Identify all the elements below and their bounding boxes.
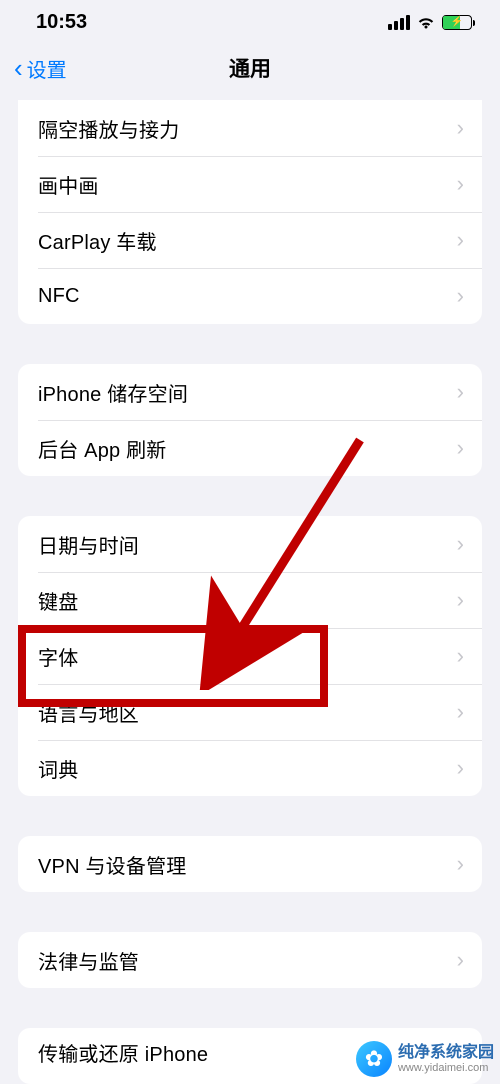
chevron-right-icon: ›	[457, 115, 464, 141]
row-label: 画中画	[38, 170, 99, 199]
row-langregion[interactable]: 语言与地区 ›	[18, 684, 482, 740]
chevron-right-icon: ›	[457, 171, 464, 197]
row-bgapp[interactable]: 后台 App 刷新 ›	[18, 420, 482, 476]
list-group: 隔空播放与接力 › 画中画 › CarPlay 车载 › NFC ›	[18, 100, 482, 324]
chevron-right-icon: ›	[457, 283, 464, 309]
row-label: 键盘	[38, 586, 78, 615]
row-label: 后台 App 刷新	[38, 434, 167, 463]
row-label: VPN 与设备管理	[38, 850, 186, 879]
chevron-right-icon: ›	[457, 699, 464, 725]
chevron-right-icon: ›	[457, 947, 464, 973]
row-legal[interactable]: 法律与监管 ›	[18, 932, 482, 988]
row-vpn[interactable]: VPN 与设备管理 ›	[18, 836, 482, 892]
page-title: 通用	[229, 53, 271, 83]
status-bar: 10:53 ⚡	[0, 0, 500, 44]
watermark: ✿ 纯净系统家园 www.yidaimei.com	[356, 1041, 494, 1077]
cellular-icon	[388, 15, 410, 30]
row-label: 字体	[38, 642, 78, 671]
watermark-logo-icon: ✿	[356, 1041, 392, 1077]
chevron-right-icon: ›	[457, 587, 464, 613]
row-label: NFC	[38, 285, 80, 308]
chevron-right-icon: ›	[457, 531, 464, 557]
chevron-left-icon: ‹	[14, 55, 23, 81]
status-time: 10:53	[36, 11, 87, 34]
row-label: CarPlay 车载	[38, 226, 157, 255]
chevron-right-icon: ›	[457, 435, 464, 461]
row-label: 日期与时间	[38, 530, 139, 559]
row-label: 法律与监管	[38, 946, 139, 975]
row-nfc[interactable]: NFC ›	[18, 268, 482, 324]
row-pip[interactable]: 画中画 ›	[18, 156, 482, 212]
chevron-right-icon: ›	[457, 851, 464, 877]
row-carplay[interactable]: CarPlay 车载 ›	[18, 212, 482, 268]
row-label: 词典	[38, 754, 78, 783]
chevron-right-icon: ›	[457, 643, 464, 669]
watermark-url: www.yidaimei.com	[398, 1062, 494, 1074]
list-group: 日期与时间 › 键盘 › 字体 › 语言与地区 › 词典 ›	[18, 516, 482, 796]
back-label: 设置	[27, 54, 67, 83]
row-fonts[interactable]: 字体 ›	[18, 628, 482, 684]
chevron-right-icon: ›	[457, 755, 464, 781]
list-group: iPhone 储存空间 › 后台 App 刷新 ›	[18, 364, 482, 476]
chevron-right-icon: ›	[457, 227, 464, 253]
wifi-icon	[416, 15, 436, 29]
status-right: ⚡	[388, 15, 472, 30]
nav-bar: ‹ 设置 通用	[0, 44, 500, 92]
row-label: 隔空播放与接力	[38, 114, 179, 143]
back-button[interactable]: ‹ 设置	[14, 54, 67, 83]
list-group: 法律与监管 ›	[18, 932, 482, 988]
list-group: VPN 与设备管理 ›	[18, 836, 482, 892]
battery-icon: ⚡	[442, 15, 472, 30]
row-dict[interactable]: 词典 ›	[18, 740, 482, 796]
row-keyboard[interactable]: 键盘 ›	[18, 572, 482, 628]
watermark-title: 纯净系统家园	[398, 1044, 494, 1062]
chevron-right-icon: ›	[457, 379, 464, 405]
row-storage[interactable]: iPhone 储存空间 ›	[18, 364, 482, 420]
row-label: 语言与地区	[38, 698, 139, 727]
row-datetime[interactable]: 日期与时间 ›	[18, 516, 482, 572]
row-airplay[interactable]: 隔空播放与接力 ›	[18, 100, 482, 156]
row-label: 传输或还原 iPhone	[38, 1038, 208, 1067]
row-label: iPhone 储存空间	[38, 378, 188, 407]
